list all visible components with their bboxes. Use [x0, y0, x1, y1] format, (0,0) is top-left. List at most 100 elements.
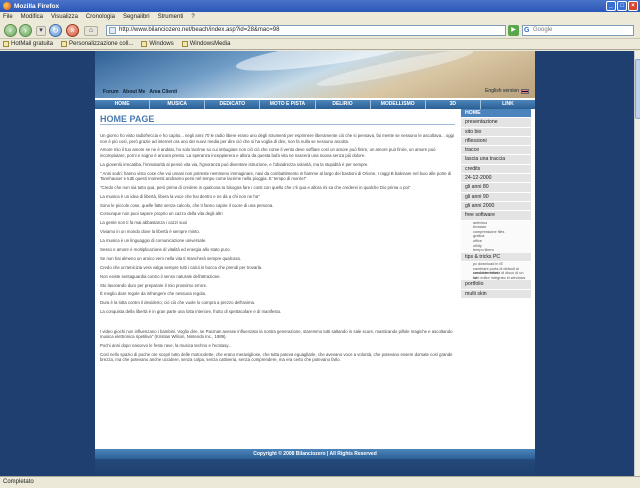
bookmark-icon: [181, 41, 188, 47]
menu-strumenti[interactable]: Strumenti: [158, 14, 184, 20]
nav-3d[interactable]: 3D: [426, 100, 481, 109]
content-paragraph: Viviamo in un mondo dove la libertà è se…: [100, 229, 200, 235]
page-viewport: Forum About Me Area Clienti English vers…: [0, 51, 634, 476]
content-paragraph: "Credo che non sia tutto qua, però prima…: [100, 184, 411, 190]
footer: Copyright © 2008 Bilanciozero | All Righ…: [95, 449, 535, 459]
sidebar-item[interactable]: credits: [461, 164, 531, 175]
status-bar: Completato: [0, 476, 640, 488]
sidebar-item[interactable]: portfolio: [461, 280, 531, 290]
home-icon[interactable]: ⌂: [84, 26, 98, 36]
language-label: English version: [485, 88, 519, 94]
sidebar-item[interactable]: sito bio: [461, 127, 531, 137]
banner-image: Forum About Me Area Clienti English vers…: [95, 51, 535, 98]
bookmark-icon: [141, 41, 148, 47]
window-title: Mozilla Firefox: [14, 2, 60, 10]
sidebar-item[interactable]: riflessioni: [461, 136, 531, 147]
google-icon: G: [524, 27, 530, 34]
content-paragraph: Sto lavorando duro per preparare il mio …: [100, 282, 208, 288]
content-paragraph: " Anni sodri: hanno visto cose che voi u…: [100, 170, 452, 181]
content-paragraph: Dura è la lotta contro il desiderio; ciò…: [100, 300, 256, 306]
menu-segnalibri[interactable]: Segnalibri: [123, 14, 150, 20]
sidebar-item[interactable]: HOME: [461, 109, 531, 119]
content-paragraph: Amore mio il tuo amore se ne è andato, h…: [100, 147, 436, 158]
bookmark-label: Personalizzazione coll...: [69, 41, 134, 47]
window-titlebar: Mozilla Firefox _ □ ×: [0, 0, 640, 12]
language-switch[interactable]: English version: [485, 88, 529, 94]
content-paragraph: La giovenlù irrecatiba, l'immaturità al …: [100, 161, 369, 167]
bookmark-label: HotMail gratuita: [11, 41, 54, 47]
sidebar-item[interactable]: tips & tricks PC: [461, 252, 531, 263]
content-paragraph: I video giochi non influenzano i bambini…: [100, 328, 453, 339]
close-button[interactable]: ×: [628, 1, 638, 11]
bookmark-item[interactable]: WindowsMedia: [181, 41, 231, 47]
content-paragraph: La conquista della libertà è in gran par…: [100, 309, 282, 315]
vertical-scrollbar[interactable]: [634, 51, 640, 476]
search-placeholder: Google: [533, 27, 553, 33]
sidebar-item[interactable]: free software: [461, 211, 531, 221]
sidebar-item[interactable]: presentazione: [461, 118, 531, 128]
main-content: HOME PAGE Un giorno ho visto radiofrecci…: [100, 114, 455, 366]
firefox-icon: [3, 2, 11, 10]
dropdown-icon[interactable]: ▾: [36, 26, 46, 36]
menu-file[interactable]: File: [3, 14, 13, 20]
nav-link[interactable]: LINK: [481, 100, 535, 109]
main-nav: HOME MUSICA DEDICATO MOTO E PISTA DELIRI…: [95, 100, 535, 109]
go-icon[interactable]: ▶: [508, 25, 519, 36]
content-paragraph: La musica è un idea di libertà, libera l…: [100, 193, 260, 199]
reload-icon[interactable]: ↻: [49, 24, 62, 37]
bookmark-icon: [3, 41, 9, 47]
nav-dedicato[interactable]: DEDICATO: [205, 100, 261, 109]
bookmark-label: WindowsMedia: [189, 41, 231, 47]
scrollbar-thumb[interactable]: [635, 59, 640, 119]
content-paragraph: Così nello spazio di poche ore scopri tu…: [100, 351, 453, 362]
page-icon: [109, 27, 116, 34]
sidebar-item[interactable]: multi skin: [461, 289, 531, 299]
bookmark-item[interactable]: HotMail gratuita: [3, 41, 53, 47]
content-paragraph: Credo che un'amicizia vera valga sempre …: [100, 264, 263, 270]
url-bar[interactable]: http://www.bilanciozero.net/beach/index.…: [106, 25, 506, 36]
stop-icon[interactable]: ×: [66, 24, 79, 37]
bookmark-item[interactable]: Windows: [141, 41, 174, 47]
nav-home[interactable]: HOME: [95, 100, 151, 109]
back-icon[interactable]: ‹: [4, 24, 17, 37]
content-paragraph: Non esiste sentaguardia contro il senso …: [100, 273, 221, 279]
flag-icon: [521, 88, 529, 94]
bookmark-item[interactable]: Personalizzazione coll...: [61, 41, 133, 47]
sidebar-item[interactable]: gli anni 2000: [461, 201, 531, 212]
minimize-button[interactable]: _: [606, 1, 616, 11]
site-container: Forum About Me Area Clienti English vers…: [95, 51, 535, 476]
nav-musica[interactable]: MUSICA: [150, 100, 206, 109]
nav-modellismo[interactable]: MODELLISMO: [371, 100, 426, 109]
content-paragraph: La gente non ti fa mai abbastanza i cazz…: [100, 220, 187, 226]
sidebar-item[interactable]: 24-12-2000: [461, 174, 531, 184]
content-paragraph: È meglio dare regole da infrangere che n…: [100, 291, 207, 297]
banner-link-clienti[interactable]: Area Clienti: [149, 89, 177, 95]
menu-bar: File Modifica Visualizza Cronologia Segn…: [0, 12, 640, 22]
menu-cronologia[interactable]: Cronologia: [86, 14, 115, 20]
content-paragraph: Pochi anni dopo nascevo le feste rave, l…: [100, 342, 232, 348]
content-paragraph: Un giorno ho visto radiofreccia e ho cap…: [100, 133, 454, 144]
content-paragraph: Se non hai almeno un amico vero nella vi…: [100, 255, 241, 261]
sidebar-item[interactable]: tracce: [461, 146, 531, 156]
banner-link-forum[interactable]: Forum: [103, 89, 119, 95]
content-paragraph: Sono le piccole cose, quelle fatte senza…: [100, 202, 274, 208]
status-text: Completato: [3, 479, 34, 485]
menu-help[interactable]: ?: [191, 14, 194, 20]
bookmark-label: Windows: [149, 41, 174, 47]
nav-moto-e-pista[interactable]: MOTO E PISTA: [260, 100, 316, 109]
sidebar-menu: HOME presentazione sito bio riflessioni trac…: [461, 109, 531, 299]
sidebar-item[interactable]: gli anni 80: [461, 183, 531, 193]
menu-visualizza[interactable]: Visualizza: [51, 14, 78, 20]
forward-icon[interactable]: ›: [19, 24, 32, 37]
banner-link-about[interactable]: About Me: [123, 89, 146, 95]
sidebar-item[interactable]: gli anni 90: [461, 192, 531, 202]
paragraph-list: Un giorno ho visto radiofreccia e ho cap…: [100, 133, 455, 362]
menu-modifica[interactable]: Modifica: [21, 14, 43, 20]
sidebar-item[interactable]: lascia una traccia: [461, 155, 531, 165]
content-paragraph: Comunque non puoi sapere proprio un cazz…: [100, 211, 223, 217]
content-paragraph: La musica è un linguaggio di comunicazio…: [100, 238, 207, 244]
url-text: http://www.bilanciozero.net/beach/index.…: [119, 27, 280, 33]
nav-delirio[interactable]: DELIRIO: [316, 100, 371, 109]
maximize-button[interactable]: □: [617, 1, 627, 11]
search-box[interactable]: G Google: [522, 25, 634, 36]
